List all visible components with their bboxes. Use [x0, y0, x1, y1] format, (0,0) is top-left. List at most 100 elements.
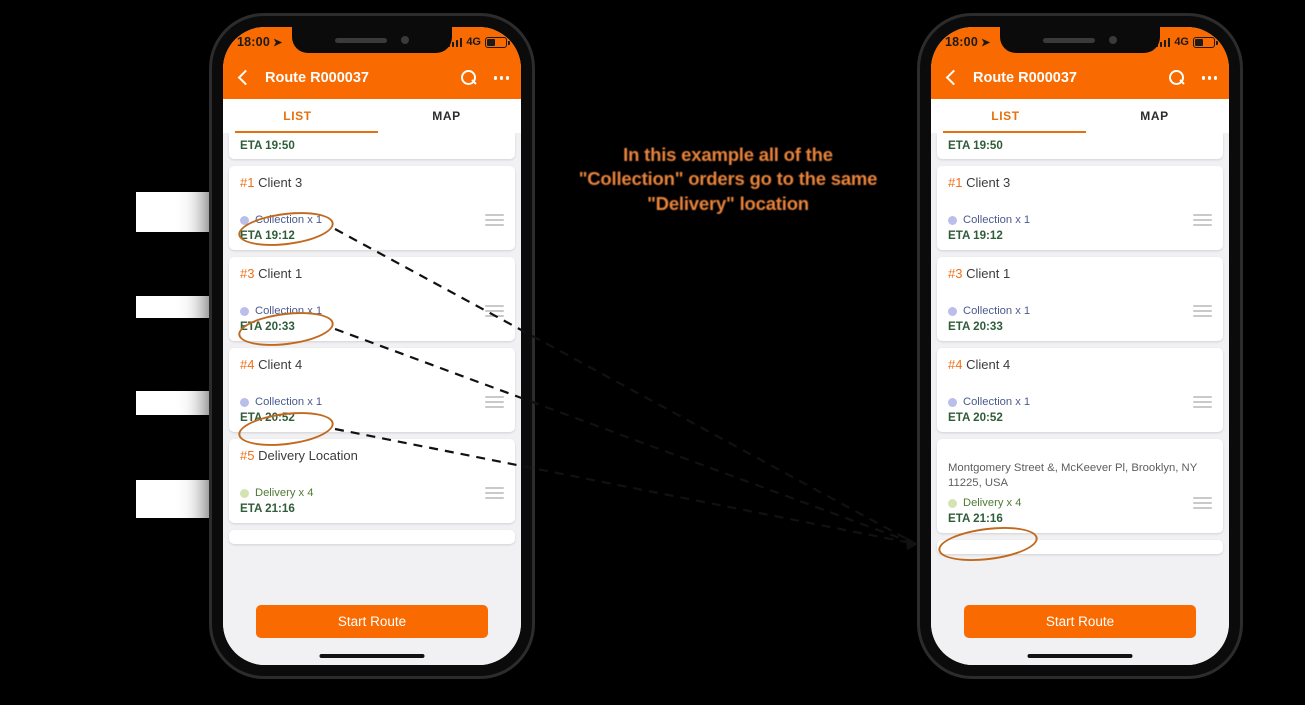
- search-icon[interactable]: [460, 69, 478, 87]
- list-item-partial-top[interactable]: ETA 19:50: [937, 133, 1223, 159]
- delivery-dot-icon: [948, 498, 957, 508]
- stop-title: #4 Client 4: [948, 357, 1212, 372]
- start-route-button[interactable]: Start Route: [963, 605, 1197, 638]
- left-phone-mockup: 18:00 ➤ 4G Route R000037 LIST MAP ETA 19…: [212, 16, 532, 676]
- battery-icon: [1193, 36, 1218, 48]
- list-item[interactable]: #3 Client 1 Collection x 1 ETA 20:33: [937, 257, 1223, 341]
- stop-type-row: Delivery x 4: [948, 497, 1212, 510]
- delivery-dot-icon: [240, 488, 249, 498]
- drag-handle-icon[interactable]: [485, 214, 504, 226]
- connector-arrowhead: [906, 537, 918, 550]
- battery-icon: [485, 36, 510, 48]
- stop-number: #4: [948, 357, 963, 372]
- tab-bar: LIST MAP: [931, 99, 1229, 133]
- drag-handle-icon[interactable]: [485, 305, 504, 317]
- right-phone-screen: 18:00 ➤ 4G Route R000037 LIST MAP ETA 19…: [931, 27, 1229, 665]
- stop-eta: ETA 21:16: [240, 502, 295, 515]
- list-item[interactable]: #4 Client 4 Collection x 1 ETA 20:52: [229, 348, 515, 432]
- more-options-icon[interactable]: [493, 76, 509, 80]
- stop-title: #3 Client 1: [240, 266, 504, 281]
- list-item[interactable]: #1 Client 3 Collection x 1 ETA 19:12: [937, 166, 1223, 250]
- stop-eta: ETA 20:52: [240, 411, 295, 424]
- drag-handle-icon[interactable]: [485, 396, 504, 408]
- collection-dot-icon: [948, 215, 957, 225]
- list-item-partial-top[interactable]: ETA 19:50: [229, 133, 515, 159]
- stop-name: Delivery Location: [258, 448, 358, 463]
- location-arrow-icon: ➤: [272, 36, 283, 49]
- list-item[interactable]: #1 Client 3 Collection x 1 ETA 19:12: [229, 166, 515, 250]
- drag-handle-icon[interactable]: [1193, 497, 1212, 510]
- page-title: Route R000037: [973, 70, 1077, 86]
- stop-type-label: Collection x 1: [963, 305, 1031, 317]
- stop-name: Client 3: [966, 175, 1011, 190]
- stop-type-row: Collection x 1: [240, 214, 504, 226]
- stop-name: Client 1: [258, 266, 303, 281]
- stop-eta: ETA 20:52: [948, 411, 1003, 424]
- phone-notch: [1000, 27, 1160, 53]
- collection-dot-icon: [240, 397, 249, 407]
- left-stop-list[interactable]: ETA 19:50 #1 Client 3 Collection x 1 ETA…: [223, 133, 521, 595]
- tab-list[interactable]: LIST: [223, 99, 372, 133]
- stop-type-row: Collection x 1: [240, 396, 504, 408]
- home-indicator: [319, 654, 425, 658]
- stop-type-row: Collection x 1: [948, 305, 1212, 317]
- more-options-icon[interactable]: [1201, 76, 1217, 80]
- list-item[interactable]: #3 Client 1 Collection x 1 ETA 20:33: [229, 257, 515, 341]
- tab-map[interactable]: MAP: [372, 99, 521, 133]
- drag-handle-icon[interactable]: [1193, 214, 1212, 226]
- home-indicator: [1027, 654, 1133, 658]
- tab-list[interactable]: LIST: [931, 99, 1080, 133]
- list-item[interactable]: #5 Delivery Location Delivery x 4 ETA 21…: [229, 439, 515, 523]
- drag-handle-icon[interactable]: [1193, 305, 1212, 317]
- stop-type-row: Collection x 1: [240, 305, 504, 317]
- collection-dot-icon: [948, 397, 957, 407]
- speaker-grill-icon: [1043, 37, 1095, 43]
- list-item-partial-bottom[interactable]: [229, 530, 515, 544]
- list-item[interactable]: Montgomery Street &, McKeever Pl, Brookl…: [937, 439, 1223, 534]
- stop-number: #1: [948, 175, 963, 190]
- list-item-partial-bottom[interactable]: [937, 540, 1223, 555]
- tab-bar: LIST MAP: [223, 99, 521, 133]
- network-type-label: 4G: [466, 36, 481, 48]
- stop-number: #4: [240, 357, 255, 372]
- start-route-button[interactable]: Start Route: [255, 605, 489, 638]
- front-camera-icon: [1109, 36, 1117, 44]
- status-indicators: 4G: [447, 36, 510, 48]
- stop-number: #3: [948, 266, 963, 281]
- drag-handle-icon[interactable]: [485, 487, 504, 499]
- status-time: 18:00: [945, 35, 978, 49]
- front-camera-icon: [401, 36, 409, 44]
- stop-type-row: Collection x 1: [948, 396, 1212, 408]
- stop-type-label: Collection x 1: [963, 396, 1031, 408]
- stop-type-row: Collection x 1: [948, 214, 1212, 226]
- back-chevron-icon[interactable]: [235, 70, 251, 86]
- collection-dot-icon: [948, 306, 957, 316]
- stop-eta: ETA 19:50: [240, 139, 295, 152]
- stop-type-label: Collection x 1: [963, 214, 1031, 226]
- stop-type-label: Collection x 1: [255, 305, 323, 317]
- stop-title: #4 Client 4: [240, 357, 504, 372]
- redacted-block-4: [136, 480, 210, 518]
- redacted-block-3: [136, 391, 210, 415]
- stop-title: #1 Client 3: [948, 175, 1212, 190]
- stop-type-label: Collection x 1: [255, 214, 323, 226]
- stop-type-label: Delivery x 4: [963, 497, 1022, 510]
- annotation-caption: In this example all of the "Collection" …: [578, 144, 878, 214]
- back-chevron-icon[interactable]: [943, 70, 959, 86]
- stop-eta: ETA 20:33: [948, 320, 1003, 333]
- search-icon[interactable]: [1168, 69, 1186, 87]
- stop-number: #1: [240, 175, 255, 190]
- tab-map[interactable]: MAP: [1080, 99, 1229, 133]
- right-phone-mockup: 18:00 ➤ 4G Route R000037 LIST MAP ETA 19…: [920, 16, 1240, 676]
- stop-title: #3 Client 1: [948, 266, 1212, 281]
- drag-handle-icon[interactable]: [1193, 396, 1212, 408]
- collection-dot-icon: [240, 215, 249, 225]
- stop-type-label: Collection x 1: [255, 396, 323, 408]
- stop-title: #5 Delivery Location: [240, 448, 504, 463]
- stop-name: Client 4: [258, 357, 303, 372]
- stop-eta: ETA 21:16: [948, 512, 1003, 526]
- left-phone-screen: 18:00 ➤ 4G Route R000037 LIST MAP ETA 19…: [223, 27, 521, 665]
- right-stop-list[interactable]: ETA 19:50 #1 Client 3 Collection x 1 ETA…: [931, 133, 1229, 595]
- stop-name: Client 3: [258, 175, 303, 190]
- list-item[interactable]: #4 Client 4 Collection x 1 ETA 20:52: [937, 348, 1223, 432]
